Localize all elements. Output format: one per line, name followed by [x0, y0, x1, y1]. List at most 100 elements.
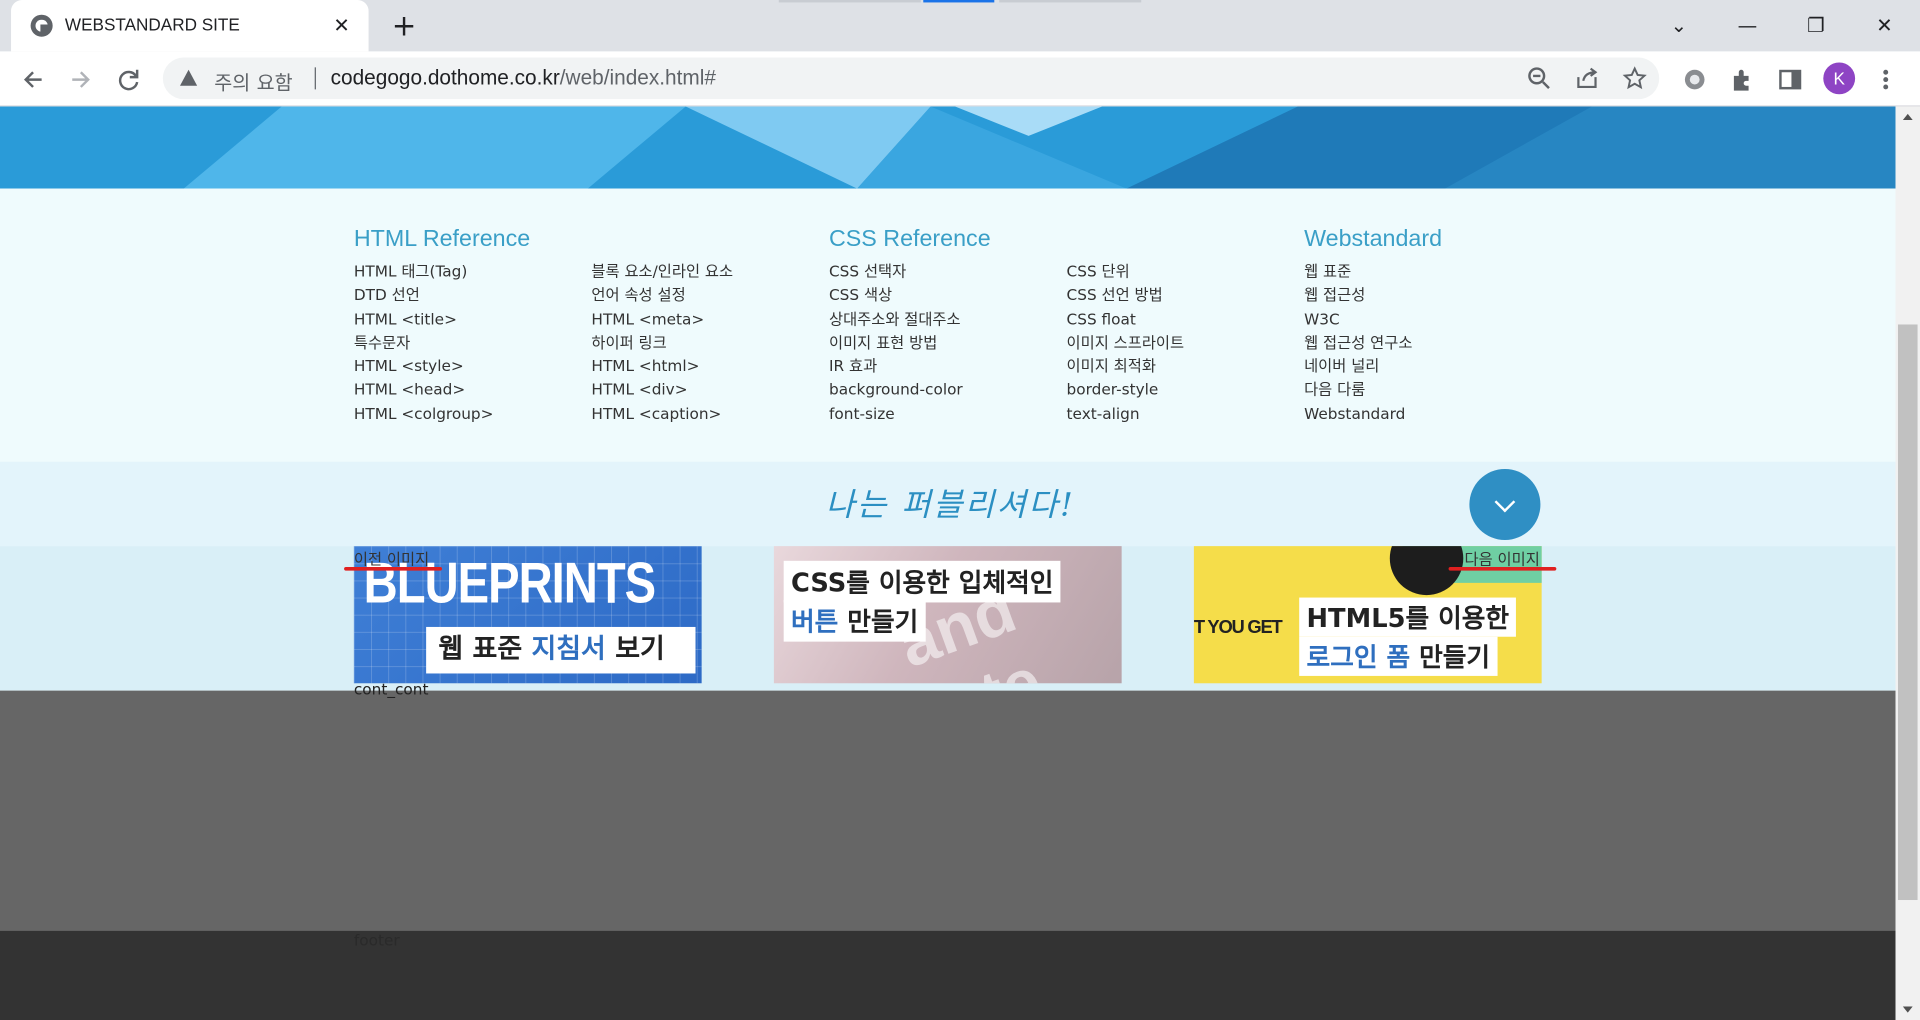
- gear-extension-icon[interactable]: [1680, 65, 1709, 94]
- reference-link[interactable]: text-align: [1067, 401, 1185, 425]
- reference-link[interactable]: CSS float: [1067, 307, 1185, 331]
- slide-caption-line2: 로그인 폼 만들기: [1299, 636, 1498, 676]
- reference-link[interactable]: IR 효과: [829, 354, 963, 378]
- next-image-button[interactable]: 다음 이미지: [1465, 546, 1540, 569]
- forward-button[interactable]: [62, 61, 99, 98]
- browser-window: WEBSTANDARD SITE ✕ + ⌄ — ❐ ✕ 주의 요함 codeg…: [0, 0, 1920, 1020]
- slogan-band: 나는 퍼블리셔다!: [0, 461, 1896, 547]
- tab-strip-divider: [778, 0, 921, 3]
- reference-link[interactable]: HTML <title>: [354, 307, 494, 331]
- caption-highlight: 로그인 폼: [1306, 642, 1411, 673]
- page-scrollbar[interactable]: [1895, 106, 1920, 1020]
- reference-link[interactable]: 이미지 스프라이트: [1067, 330, 1185, 354]
- reference-link[interactable]: 네이버 널리: [1304, 354, 1412, 378]
- star-icon[interactable]: [1622, 66, 1647, 90]
- reference-link[interactable]: font-size: [829, 401, 963, 425]
- back-button[interactable]: [15, 61, 52, 98]
- reference-link[interactable]: HTML <head>: [354, 378, 494, 402]
- caption-highlight: 버튼: [791, 607, 839, 637]
- url-text[interactable]: codegogo.dothome.co.kr/web/index.html#: [331, 66, 716, 90]
- content-area: cont_cont: [0, 680, 1896, 931]
- webstandard-title[interactable]: Webstandard: [1304, 227, 1442, 254]
- slide-side-text: T YOU GET: [1193, 617, 1283, 638]
- reload-button[interactable]: [110, 61, 147, 98]
- image-slider: BLUEPRINTS 웹 표준 지침서 보기 and inte CSS를 이용한…: [0, 546, 1896, 691]
- omnibox-separator: [314, 67, 316, 90]
- arrow-left-icon: [23, 71, 42, 88]
- slide-card-css-buttons[interactable]: and inte CSS를 이용한 입체적인 버튼 만들기: [773, 546, 1122, 684]
- address-bar[interactable]: 주의 요함 codegogo.dothome.co.kr/web/index.h…: [162, 57, 1660, 100]
- reference-link[interactable]: HTML <caption>: [591, 401, 733, 425]
- reference-link[interactable]: HTML <div>: [591, 378, 733, 402]
- reference-link[interactable]: HTML <meta>: [591, 307, 733, 331]
- reference-link[interactable]: background-color: [829, 378, 963, 402]
- reference-link[interactable]: 블록 요소/인라인 요소: [591, 260, 733, 284]
- reference-link[interactable]: 이미지 최적화: [1067, 354, 1185, 378]
- browser-toolbar: 주의 요함 codegogo.dothome.co.kr/web/index.h…: [0, 51, 1920, 107]
- tab-search-button[interactable]: ⌄: [1660, 7, 1697, 44]
- slide-caption-line1: CSS를 이용한 입체적인: [783, 560, 1061, 603]
- html-reference-title[interactable]: HTML Reference: [354, 227, 530, 254]
- side-panel-icon[interactable]: [1776, 65, 1805, 94]
- html-reference-list-1: HTML 태그(Tag) DTD 선언 HTML <title> 특수문자 HT…: [354, 260, 494, 425]
- reference-link[interactable]: CSS 단위: [1067, 260, 1185, 284]
- profile-avatar[interactable]: K: [1823, 62, 1856, 95]
- zoom-out-icon[interactable]: [1527, 66, 1551, 90]
- tab-webstandard[interactable]: WEBSTANDARD SITE ✕: [11, 0, 369, 52]
- reference-link[interactable]: 웹 접근성 연구소: [1304, 330, 1412, 354]
- reference-link[interactable]: 웹 접근성: [1304, 283, 1412, 307]
- share-icon[interactable]: [1575, 66, 1599, 90]
- close-window-button[interactable]: ✕: [1866, 7, 1903, 44]
- scroll-thumb[interactable]: [1897, 324, 1918, 901]
- reference-link[interactable]: HTML <colgroup>: [354, 401, 494, 425]
- hero-banner: [0, 106, 1896, 189]
- slide-caption-line2: 버튼 만들기: [783, 600, 926, 642]
- arrow-right-icon: [72, 71, 90, 88]
- annotation-underline: [344, 566, 443, 571]
- scroll-down-arrow-icon[interactable]: [1902, 1006, 1913, 1013]
- caption-part: 만들기: [1410, 642, 1491, 673]
- reference-link[interactable]: 하이퍼 링크: [591, 330, 733, 354]
- reference-link[interactable]: 언어 속성 설정: [591, 283, 733, 307]
- annotation-underline: [1448, 566, 1557, 571]
- reference-link[interactable]: 상대주소와 절대주소: [829, 307, 963, 331]
- puzzle-icon[interactable]: [1728, 65, 1757, 94]
- reference-link[interactable]: HTML <html>: [591, 354, 733, 378]
- content-label: cont_cont: [353, 679, 429, 698]
- webstandard-list: 웹 표준 웹 접근성 W3C 웹 접근성 연구소 네이버 널리 다음 다룸 We…: [1304, 260, 1412, 425]
- tab-strip-indicator: [923, 0, 995, 3]
- scroll-down-button[interactable]: [1469, 468, 1541, 541]
- footer-area: footer: [0, 930, 1896, 1020]
- reference-link[interactable]: DTD 선언: [354, 283, 494, 307]
- web-page: HTML Reference HTML 태그(Tag) DTD 선언 HTML …: [0, 106, 1896, 1020]
- tab-strip-divider: [999, 0, 1142, 3]
- reference-link[interactable]: HTML <style>: [354, 354, 494, 378]
- minimize-button[interactable]: —: [1729, 7, 1766, 44]
- reference-link[interactable]: CSS 선언 방법: [1067, 283, 1185, 307]
- css-reference-list-1: CSS 선택자 CSS 색상 상대주소와 절대주소 이미지 표현 방법 IR 효…: [829, 260, 963, 425]
- scroll-up-arrow-icon[interactable]: [1902, 113, 1913, 121]
- warning-triangle-icon: [180, 69, 198, 86]
- reload-icon: [118, 69, 139, 91]
- reference-link[interactable]: 웹 표준: [1304, 260, 1412, 284]
- new-tab-button[interactable]: +: [387, 9, 421, 43]
- close-tab-icon[interactable]: ✕: [327, 11, 356, 40]
- reference-link[interactable]: 이미지 표현 방법: [829, 330, 963, 354]
- restore-button[interactable]: ❐: [1798, 7, 1835, 44]
- html-reference-list-2: 블록 요소/인라인 요소 언어 속성 설정 HTML <meta> 하이퍼 링크…: [591, 260, 733, 425]
- reference-link[interactable]: Webstandard: [1304, 401, 1412, 425]
- css-reference-title[interactable]: CSS Reference: [829, 227, 991, 254]
- caption-part: 웹 표준: [438, 634, 532, 665]
- reference-link[interactable]: 특수문자: [354, 330, 494, 354]
- reference-link[interactable]: 다음 다룸: [1304, 378, 1412, 402]
- reference-link[interactable]: border-style: [1067, 378, 1185, 402]
- css-reference-list-2: CSS 단위 CSS 선언 방법 CSS float 이미지 스프라이트 이미지…: [1067, 260, 1185, 425]
- reference-link[interactable]: W3C: [1304, 307, 1412, 331]
- reference-link[interactable]: CSS 색상: [829, 283, 963, 307]
- security-warning[interactable]: 주의 요함: [214, 66, 292, 95]
- prev-image-button[interactable]: 이전 이미지: [354, 546, 429, 569]
- caption-part: 보기: [605, 634, 665, 665]
- reference-link[interactable]: CSS 선택자: [829, 260, 963, 284]
- reference-link[interactable]: HTML 태그(Tag): [354, 260, 494, 284]
- kebab-menu-icon[interactable]: [1871, 65, 1900, 94]
